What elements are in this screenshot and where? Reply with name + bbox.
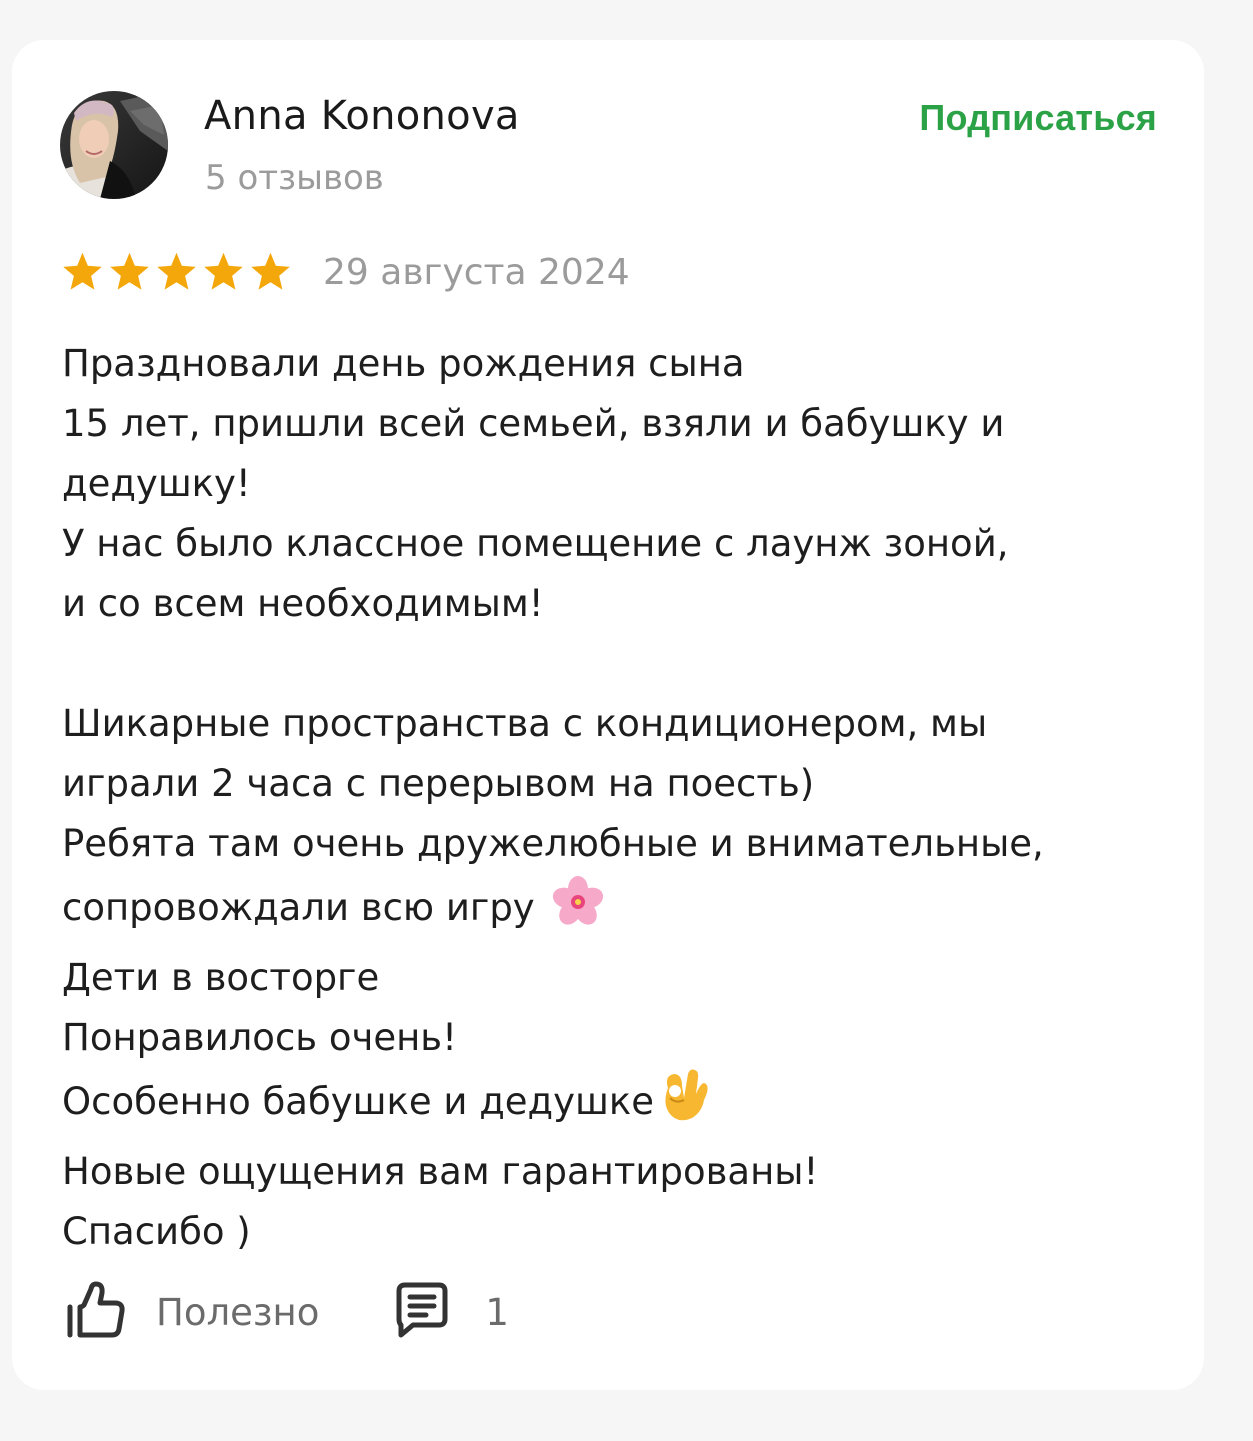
avatar-photo bbox=[60, 91, 168, 199]
review-line bbox=[62, 634, 1172, 694]
useful-label: Полезно bbox=[156, 1290, 320, 1334]
review-line: Шикарные пространства с кондиционером, м… bbox=[62, 702, 988, 745]
review-line-text: сопровождали всю игру bbox=[62, 886, 535, 929]
review-line: играли 2 часа с перерывом на поесть) bbox=[62, 762, 815, 805]
review-line: 15 лет, пришли всей семьей, взяли и бабу… bbox=[62, 402, 1005, 445]
rating-stars bbox=[60, 250, 293, 294]
cherry-blossom-emoji bbox=[550, 874, 606, 948]
ok-hand-emoji bbox=[658, 1068, 710, 1142]
useful-button[interactable]: Полезно bbox=[64, 1281, 319, 1343]
review-actions: Полезно 1 bbox=[64, 1280, 509, 1344]
comment-icon bbox=[393, 1281, 451, 1343]
star-icon bbox=[110, 252, 149, 290]
review-line-text: Особенно бабушке и дедушке bbox=[62, 1080, 654, 1123]
subscribe-button[interactable]: Подписаться bbox=[919, 92, 1157, 144]
review-line: У нас было классное помещение с лаунж зо… bbox=[62, 522, 1009, 565]
comments-button[interactable]: 1 bbox=[393, 1281, 509, 1343]
review-line: Ребята там очень дружелюбные и вниматель… bbox=[62, 822, 1044, 865]
review-date: 29 августа 2024 bbox=[323, 252, 630, 293]
review-line: Понравилось очень! bbox=[62, 1016, 457, 1059]
star-icon bbox=[63, 252, 102, 290]
comments-count: 1 bbox=[485, 1290, 509, 1334]
review-line: Особенно бабушке и дедушке bbox=[62, 1068, 1172, 1142]
review-line: дедушку! bbox=[62, 462, 251, 505]
review-text: Праздновали день рождения сына 15 лет, п… bbox=[62, 334, 1172, 1262]
review-line: сопровождали всю игру bbox=[62, 874, 1172, 948]
review-line: и со всем необходимым! bbox=[62, 582, 544, 625]
star-icon bbox=[251, 252, 290, 290]
author-reviews-count[interactable]: 5 отзывов bbox=[205, 154, 384, 202]
author-name[interactable]: Anna Kononova bbox=[204, 88, 520, 144]
review-line: Спасибо ) bbox=[62, 1210, 251, 1253]
avatar[interactable] bbox=[60, 91, 168, 199]
review-line: Новые ощущения вам гарантированы! bbox=[62, 1150, 819, 1193]
star-icon bbox=[204, 252, 243, 290]
thumbs-up-icon bbox=[64, 1281, 126, 1343]
star-icon bbox=[157, 252, 196, 290]
review-line: Праздновали день рождения сына bbox=[62, 342, 745, 385]
review-line: Дети в восторге bbox=[62, 956, 380, 999]
